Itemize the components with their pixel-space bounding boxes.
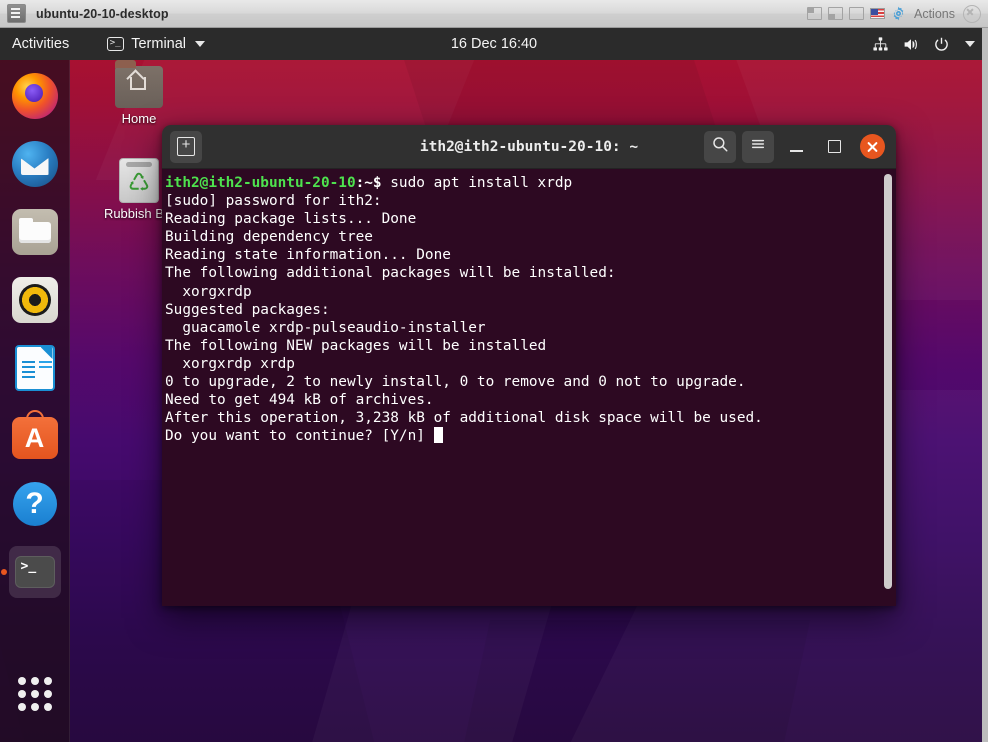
terminal-icon bbox=[107, 36, 125, 51]
power-icon bbox=[933, 36, 950, 53]
minimize-button[interactable] bbox=[780, 131, 812, 163]
app-grid-icon bbox=[17, 677, 52, 711]
close-button[interactable] bbox=[856, 131, 888, 163]
shell-prompt-user-host: ith2@ith2-ubuntu-20-10 bbox=[165, 175, 356, 191]
terminal-window: ith2@ith2-ubuntu-20-10: ~ bbox=[162, 125, 896, 606]
terminal-window-controls bbox=[704, 130, 888, 163]
rhythmbox-icon bbox=[11, 277, 58, 323]
network-icon bbox=[872, 36, 889, 53]
home-folder-icon bbox=[115, 60, 163, 108]
dock-item-libreoffice-writer[interactable] bbox=[9, 342, 61, 394]
wallpaper-facet bbox=[449, 620, 811, 742]
terminal-line: 0 to upgrade, 2 to newly install, 0 to r… bbox=[165, 374, 746, 391]
files-icon bbox=[11, 209, 58, 255]
terminal-line: Need to get 494 kB of archives. bbox=[165, 392, 434, 409]
dock-item-ubuntu-software[interactable] bbox=[9, 410, 61, 462]
firefox-icon bbox=[11, 73, 58, 119]
keyboard-flag-icon[interactable] bbox=[870, 8, 885, 19]
terminal-icon bbox=[14, 556, 55, 588]
new-tab-button[interactable] bbox=[170, 130, 202, 163]
dock-item-firefox[interactable] bbox=[9, 70, 61, 122]
terminal-line: xorgxrdp xrdp bbox=[165, 355, 295, 372]
terminal-line: Reading package lists... Done bbox=[165, 211, 417, 228]
dock-item-rhythmbox[interactable] bbox=[9, 274, 61, 326]
terminal-line: [sudo] password for ith2: bbox=[165, 193, 382, 210]
dock-item-files[interactable] bbox=[9, 206, 61, 258]
desktop-icon-home[interactable]: Home bbox=[96, 60, 182, 126]
trash-icon bbox=[119, 158, 159, 203]
volume-icon bbox=[902, 36, 920, 53]
terminal-line: Do you want to continue? [Y/n] bbox=[165, 428, 434, 445]
ubuntu-dock bbox=[0, 60, 70, 742]
vm-actions-label[interactable]: Actions bbox=[914, 7, 955, 21]
system-indicators[interactable] bbox=[872, 36, 988, 53]
terminal-line: The following NEW packages will be insta… bbox=[165, 337, 547, 354]
topbar-app-menu[interactable]: Terminal bbox=[101, 28, 211, 60]
new-tab-icon bbox=[177, 134, 195, 156]
maximize-button[interactable] bbox=[818, 131, 850, 163]
show-applications-button[interactable] bbox=[9, 668, 61, 720]
terminal-scrollbar[interactable] bbox=[884, 174, 892, 589]
ubuntu-software-icon bbox=[11, 410, 58, 459]
vm-titlebar-controls: Actions bbox=[807, 4, 988, 23]
vm-screen-icon bbox=[7, 4, 26, 23]
vm-vertical-scrollbar[interactable] bbox=[982, 28, 988, 742]
minimize-icon bbox=[789, 150, 803, 152]
close-icon[interactable] bbox=[963, 4, 981, 23]
scale-mode-icon[interactable] bbox=[807, 7, 822, 20]
chevron-down-icon bbox=[195, 41, 206, 47]
terminal-line: After this operation, 3,238 kB of additi… bbox=[165, 410, 763, 427]
vm-scrollbar-thumb[interactable] bbox=[982, 28, 988, 742]
terminal-line: xorgxrdp bbox=[165, 283, 252, 300]
terminal-line: Building dependency tree bbox=[165, 229, 373, 246]
help-icon bbox=[12, 482, 57, 526]
window-icon[interactable] bbox=[849, 7, 864, 20]
running-indicator-dot bbox=[0, 569, 7, 575]
search-icon bbox=[711, 135, 729, 158]
chevron-down-icon bbox=[965, 41, 975, 47]
hamburger-menu-icon bbox=[749, 136, 767, 157]
terminal-line: Reading state information... Done bbox=[165, 247, 451, 264]
dock-item-thunderbird[interactable] bbox=[9, 138, 61, 190]
vm-window-title: ubuntu-20-10-desktop bbox=[36, 6, 169, 21]
fullscreen-icon[interactable] bbox=[828, 7, 843, 20]
shell-command: sudo apt install xrdp bbox=[390, 175, 573, 191]
libreoffice-writer-icon bbox=[14, 345, 55, 391]
vm-window-titlebar: ubuntu-20-10-desktop Actions bbox=[0, 0, 988, 28]
terminal-cursor bbox=[433, 427, 443, 444]
terminal-scrollbar-thumb[interactable] bbox=[884, 174, 892, 589]
screen-root: ubuntu-20-10-desktop Actions Activities … bbox=[0, 0, 988, 742]
terminal-content[interactable]: ith2@ith2-ubuntu-20-10:~$ sudo apt insta… bbox=[162, 169, 896, 606]
terminal-line: guacamole xrdp-pulseaudio-installer bbox=[165, 319, 486, 336]
terminal-titlebar[interactable]: ith2@ith2-ubuntu-20-10: ~ bbox=[162, 125, 896, 169]
thunderbird-icon bbox=[11, 141, 58, 187]
maximize-icon bbox=[827, 140, 841, 153]
menu-button[interactable] bbox=[742, 130, 774, 163]
close-icon bbox=[859, 134, 885, 159]
search-button[interactable] bbox=[704, 130, 736, 163]
gnome-top-bar: Activities Terminal 16 Dec 16:40 bbox=[0, 28, 988, 60]
dock-item-help[interactable] bbox=[9, 478, 61, 530]
terminal-line: The following additional packages will b… bbox=[165, 265, 616, 282]
gear-icon[interactable] bbox=[891, 6, 906, 21]
dock-item-terminal[interactable] bbox=[0, 546, 61, 598]
desktop-icon-label: Home bbox=[121, 111, 157, 126]
terminal-line: Suggested packages: bbox=[165, 301, 330, 318]
shell-prompt-path: :~$ bbox=[355, 175, 391, 191]
activities-button[interactable]: Activities bbox=[0, 28, 81, 60]
topbar-app-label: Terminal bbox=[131, 36, 187, 52]
terminal-output: ith2@ith2-ubuntu-20-10:~$ sudo apt insta… bbox=[164, 174, 896, 445]
